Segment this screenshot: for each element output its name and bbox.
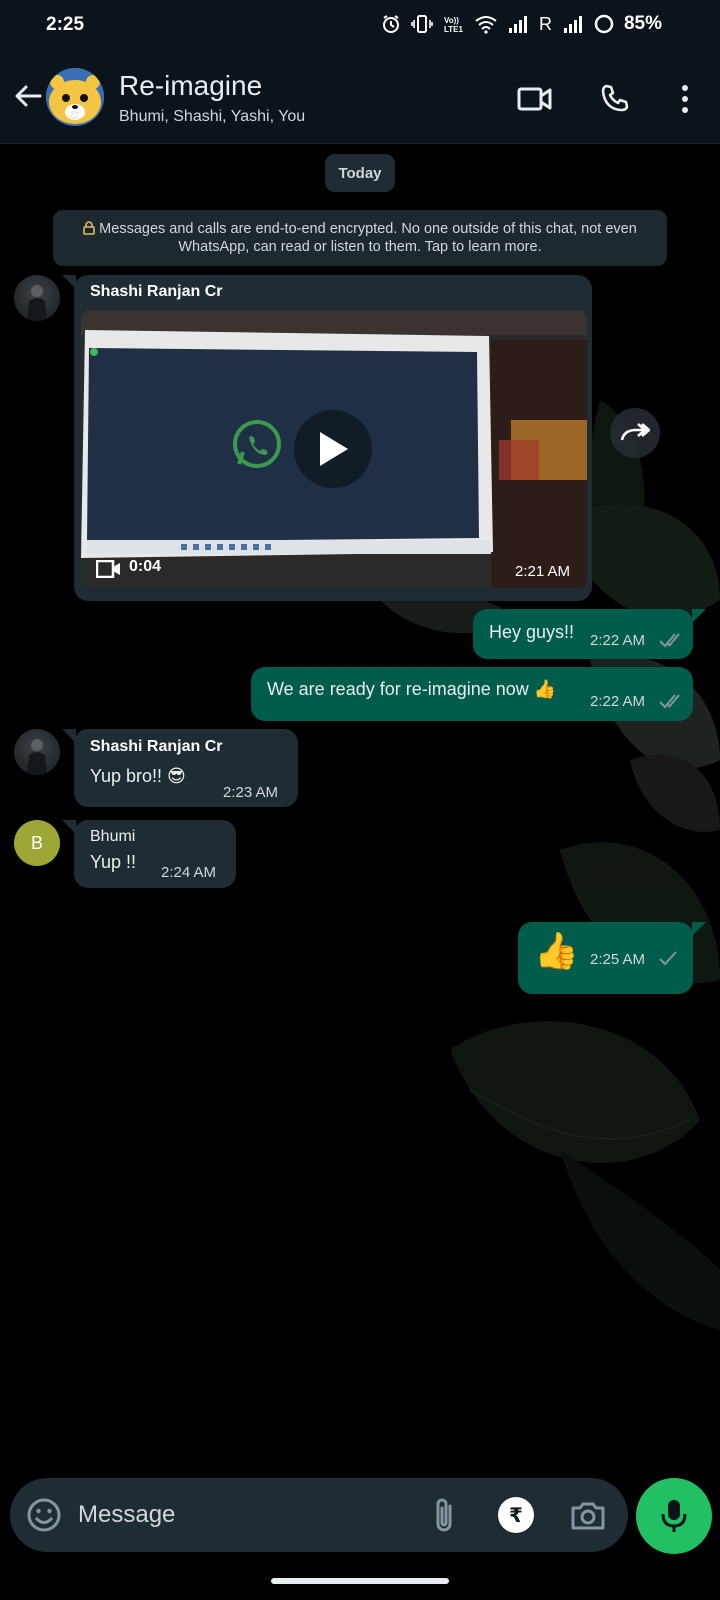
group-members[interactable]: Bhumi, Shashi, Yashi, You [119,108,305,126]
battery-icon [594,14,614,34]
sender-avatar-shashi[interactable] [14,729,60,775]
message-composer: ₹ [10,1478,628,1552]
svg-text:LTE1: LTE1 [444,25,464,34]
wifi-icon [475,16,497,34]
navigation-handle[interactable] [271,1578,449,1584]
vibrate-icon [411,15,433,33]
play-icon [320,432,348,466]
signal-icon-2 [563,16,582,33]
video-camera-icon [517,87,552,111]
encryption-notice-text: Messages and calls are end-to-end encryp… [99,221,637,255]
volte-icon: Vo))LTE1 [444,16,464,34]
battery-level: 85% [623,13,662,34]
person-photo-icon [27,285,47,321]
video-duration: 0:04 [129,558,162,575]
roaming-label: R [538,13,552,34]
encryption-notice[interactable]: Messages and calls are end-to-end encryp… [53,210,667,266]
arrow-left-icon[interactable] [12,80,44,112]
group-title[interactable]: Re-imagine [119,70,262,102]
person-photo-icon [27,739,47,775]
play-button[interactable] [294,410,372,488]
bubble-tail [692,609,706,623]
alarm-icon [382,15,399,33]
forward-button[interactable] [610,408,660,458]
smiley-icon[interactable] [26,1497,62,1533]
message-text: Yup bro!! 😎 [90,766,186,786]
single-tick-icon [659,951,677,966]
video-camera-icon [96,560,120,578]
paperclip-icon[interactable] [428,1496,464,1534]
hamster-avatar-icon [46,68,104,126]
sender-name[interactable]: Bhumi [90,828,135,846]
microphone-icon [661,1500,687,1532]
chat-area[interactable]: Today Messages and calls are end-to-end … [0,144,720,1474]
status-time: 2:25 [46,14,85,35]
message-time: 2:21 AM [515,563,571,580]
message-text: We are ready for re-imagine now 👍 [267,679,557,699]
camera-icon[interactable] [570,1497,606,1533]
sender-name[interactable]: Shashi Ranjan Cr [90,738,222,756]
message-text: Hey guys!! [489,622,575,642]
signal-icon [508,16,527,33]
double-tick-icon [659,694,680,709]
chat-header: Re-imagine Bhumi, Shashi, Yashi, You [0,52,720,144]
status-bar: 2:25 Vo)) LTE1 R 85% [0,0,720,52]
phone-icon [601,84,629,112]
svg-text:Vo)): Vo)) [444,16,459,25]
bubble-tail [692,922,706,936]
date-chip: Today [325,154,395,192]
sender-avatar-shashi[interactable] [14,275,60,321]
group-avatar[interactable] [46,68,104,126]
voice-call-button[interactable] [596,80,634,118]
message-time: 2:24 AM [161,864,217,881]
more-options-button[interactable] [666,80,704,118]
message-time: 2:22 AM [590,693,646,710]
status-icons: Vo)) LTE1 R 85% [381,13,662,35]
vertical-dots-icon [682,85,688,113]
payment-button[interactable]: ₹ [498,1497,534,1533]
message-input[interactable] [78,1494,398,1536]
message-time: 2:23 AM [223,784,279,801]
sender-name[interactable]: Shashi Ranjan Cr [90,283,222,301]
message-text: Yup !! [90,852,137,872]
double-tick-icon [659,633,680,648]
lock-icon [83,221,95,235]
message-time: 2:22 AM [590,632,646,649]
mic-button[interactable] [636,1478,712,1554]
forward-icon [620,423,650,441]
video-call-button[interactable] [516,80,554,118]
message-time: 2:25 AM [590,951,646,968]
sender-avatar-bhumi[interactable]: B [14,820,60,866]
message-text: 👍 [534,930,579,971]
